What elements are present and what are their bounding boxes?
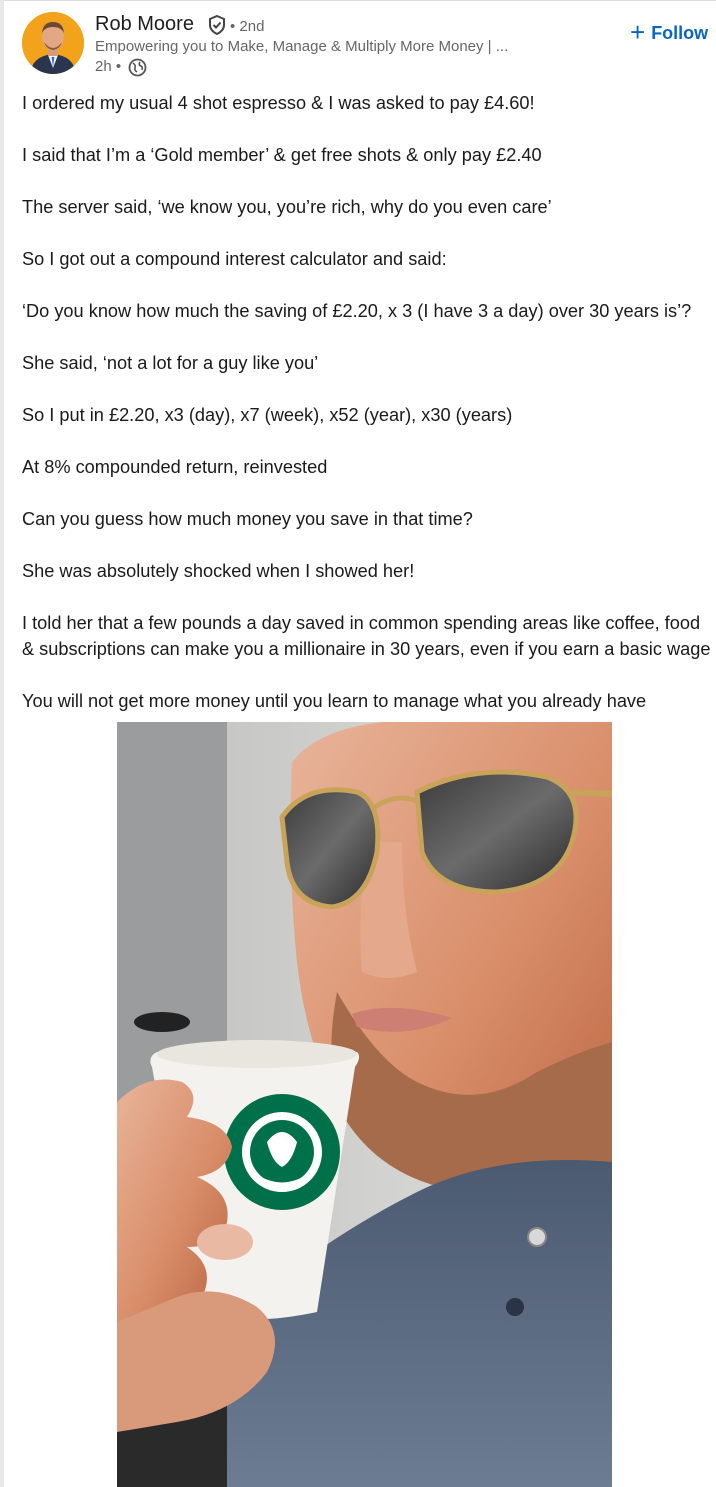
author-headline: Empowering you to Make, Manage & Multipl… bbox=[95, 38, 509, 55]
post-line: I told her that a few pounds a day saved… bbox=[22, 613, 701, 633]
post-body: I ordered my usual 4 shot espresso & I w… bbox=[22, 90, 712, 740]
post-paragraph: She was absolutely shocked when I showed… bbox=[22, 561, 415, 581]
globe-icon bbox=[128, 58, 147, 82]
author-avatar[interactable] bbox=[22, 12, 84, 74]
post-paragraph: I said that I’m a ‘Gold member’ & get fr… bbox=[22, 145, 542, 165]
post-paragraph: Can you guess how much money you save in… bbox=[22, 509, 473, 529]
follow-label: Follow bbox=[651, 22, 709, 43]
left-divider bbox=[0, 0, 4, 1487]
post-paragraph: ‘Do you know how much the saving of £2.2… bbox=[22, 301, 692, 321]
top-divider bbox=[4, 0, 716, 1]
post-paragraph: She said, ‘not a lot for a guy like you’ bbox=[22, 353, 319, 373]
connection-degree: • 2nd bbox=[230, 18, 265, 35]
post-paragraph: At 8% compounded return, reinvested bbox=[22, 457, 328, 477]
plus-icon: + bbox=[630, 16, 646, 47]
post-paragraph: So I got out a compound interest calcula… bbox=[22, 249, 447, 269]
follow-button[interactable]: + Follow bbox=[626, 16, 712, 47]
post-paragraph: The server said, ‘we know you, you’re ri… bbox=[22, 197, 552, 217]
post-image[interactable] bbox=[117, 722, 612, 1487]
post-paragraph: You will not get more money until you le… bbox=[22, 691, 647, 711]
verified-shield-icon bbox=[206, 14, 228, 41]
post-paragraph: I ordered my usual 4 shot espresso & I w… bbox=[22, 93, 535, 113]
post-paragraph-multiline: I told her that a few pounds a day saved… bbox=[22, 610, 712, 662]
author-name[interactable]: Rob Moore bbox=[95, 13, 194, 36]
post-paragraph: So I put in £2.20, x3 (day), x7 (week), … bbox=[22, 405, 513, 425]
post-line: & subscriptions can make you a millionai… bbox=[22, 639, 711, 659]
post-timestamp: 2h • bbox=[95, 58, 122, 75]
